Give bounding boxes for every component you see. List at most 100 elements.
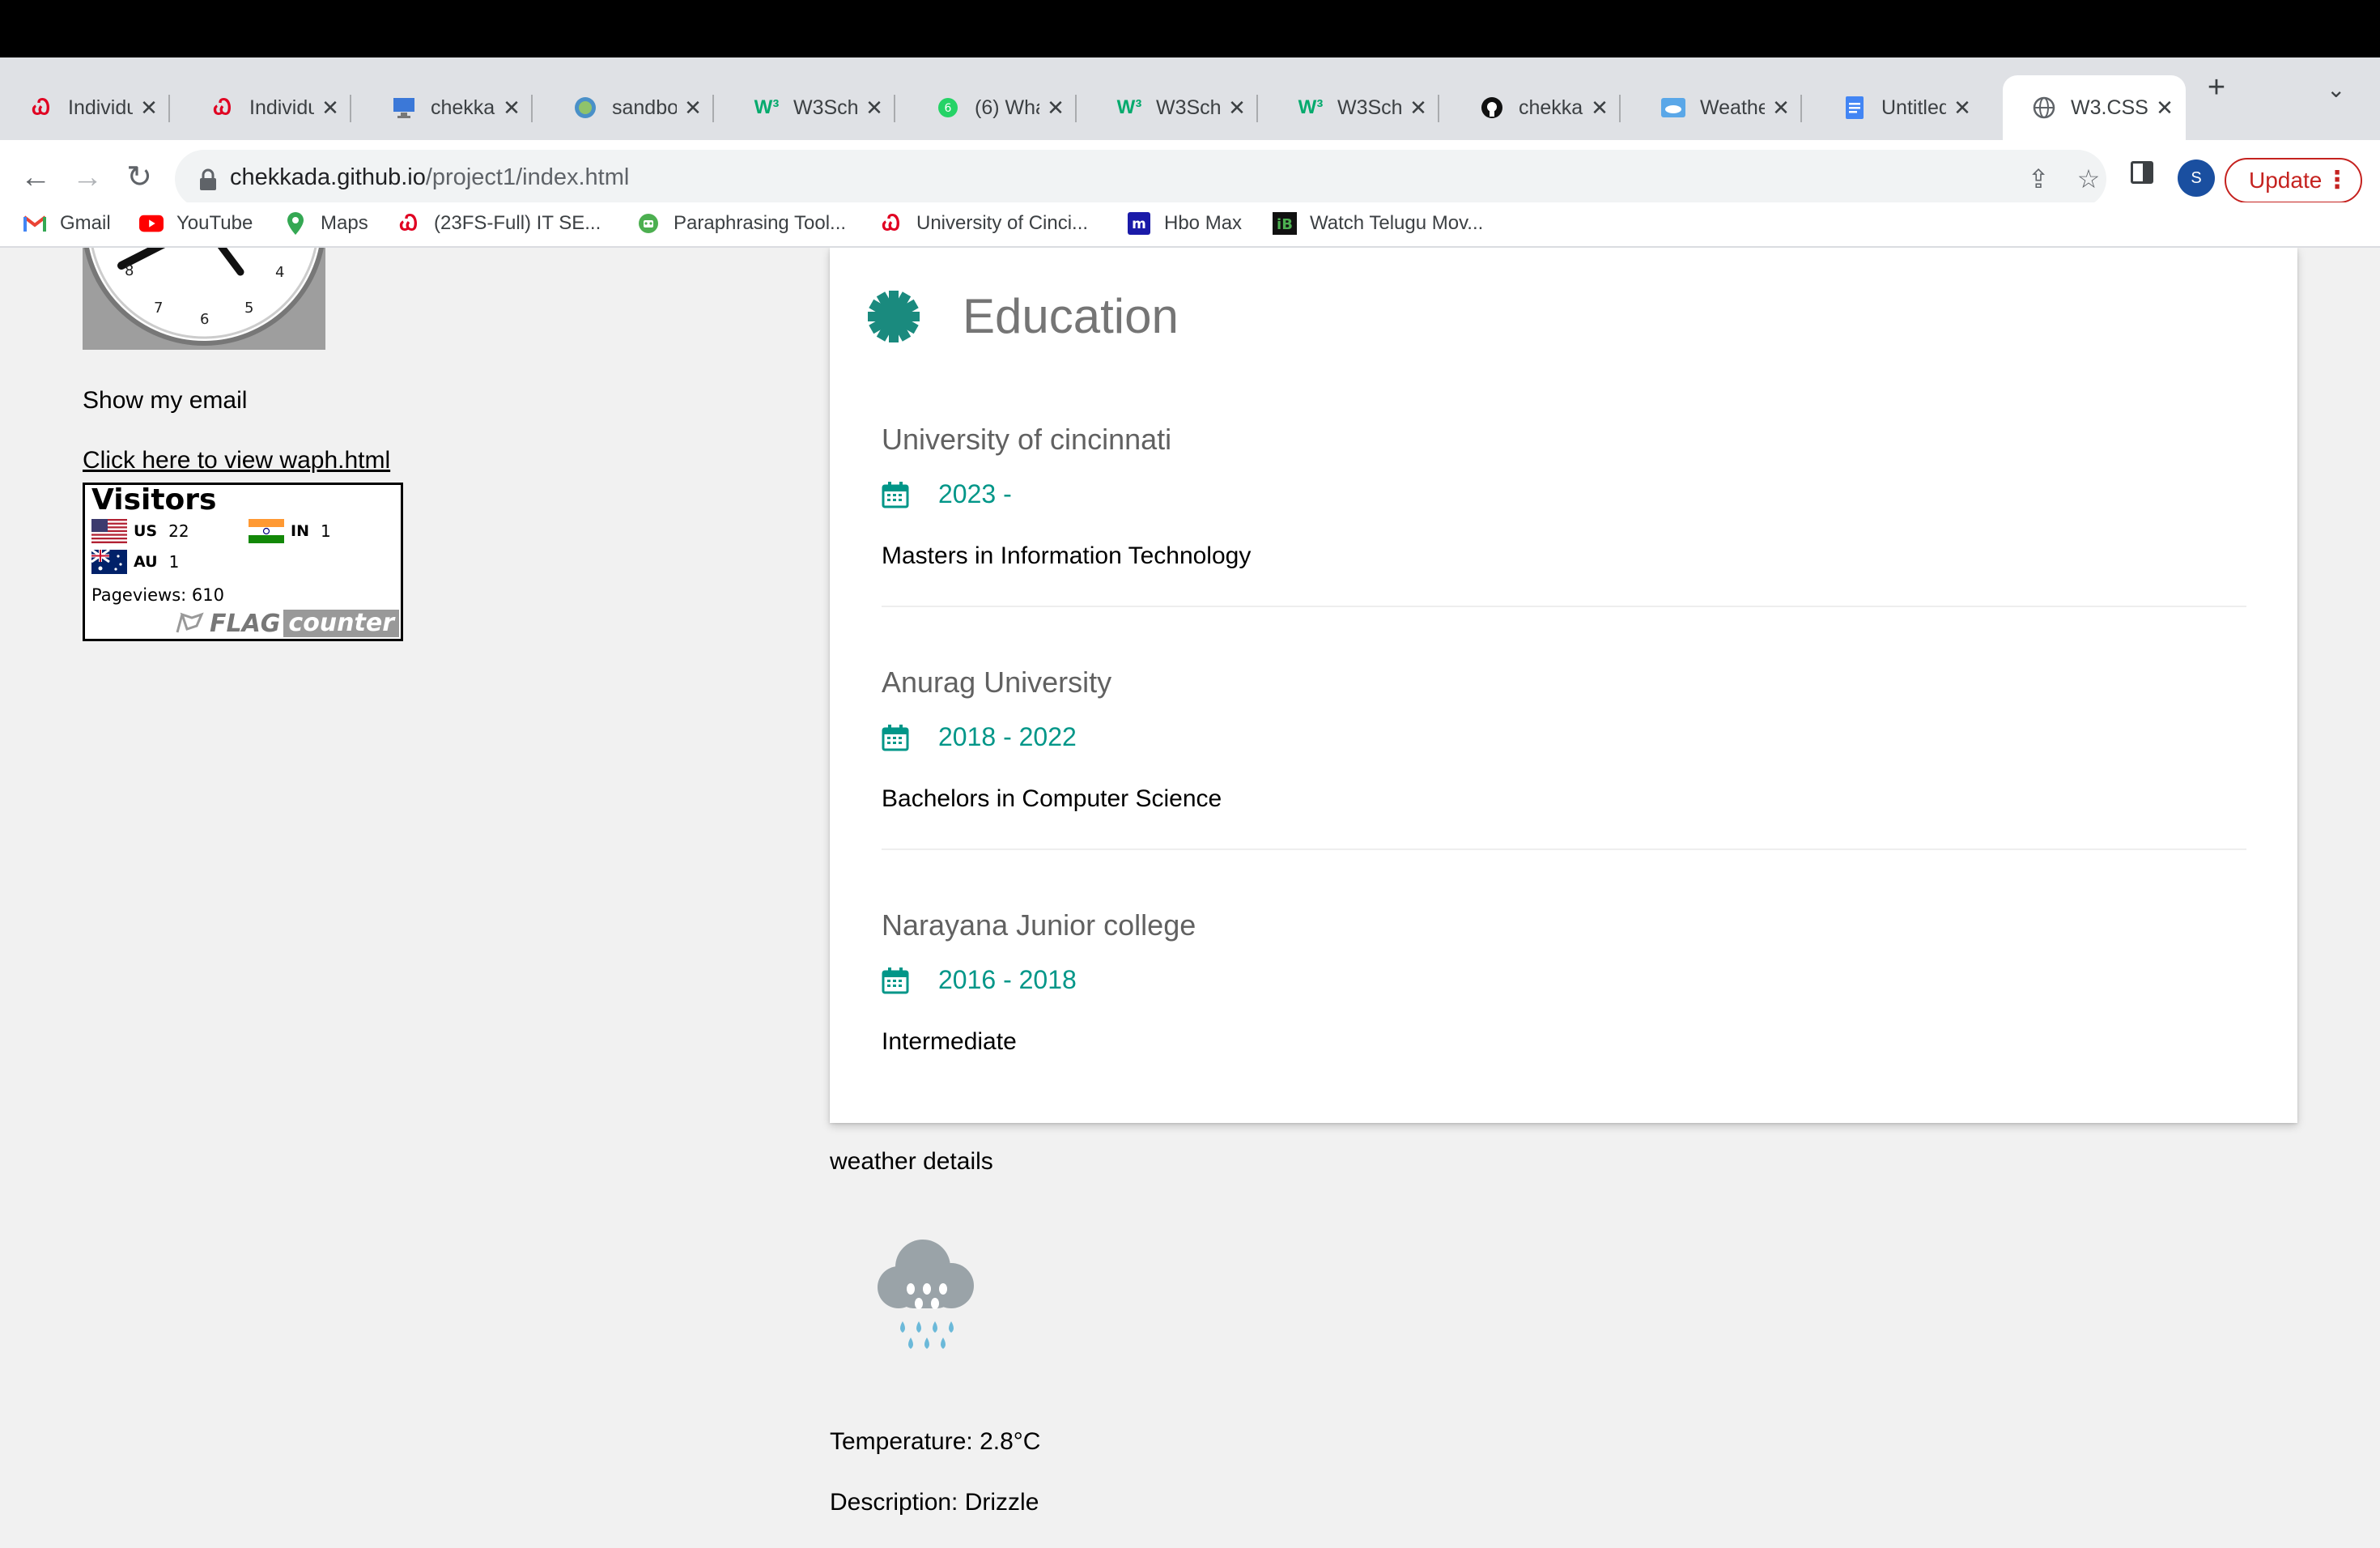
bookmark-label: Watch Telugu Mov...: [1310, 212, 1484, 234]
tab-w3schools-2[interactable]: W³ W3Schools ✕: [1088, 75, 1258, 140]
waph-link[interactable]: Click here to view waph.html: [83, 447, 390, 474]
url-host: chekkada.github.io: [230, 164, 426, 190]
bookmark-label: Paraphrasing Tool...: [674, 212, 847, 234]
bookmark-watch-telugu-movies[interactable]: iB Watch Telugu Mov...: [1273, 209, 1483, 238]
reload-button[interactable]: ↻: [121, 159, 157, 195]
tab-label: (6) What: [975, 96, 1039, 119]
bookmarks-bar: Gmail YouTube Maps Ꮗ (23FS-Full) IT SE..…: [0, 202, 2380, 248]
weather-title: weather details: [830, 1148, 993, 1175]
weather-icon: [1660, 94, 1687, 121]
tab-github-chekkada[interactable]: chekkada ✕: [1451, 75, 1621, 140]
tab-w3schools-3[interactable]: W³ W3Schools ✕: [1269, 75, 1439, 140]
close-icon[interactable]: ✕: [1409, 96, 1428, 121]
avatar[interactable]: S: [2178, 159, 2215, 197]
chevron-down-icon[interactable]: ⌄: [2327, 76, 2345, 103]
tab-sandbox[interactable]: sandbox ✕: [544, 75, 714, 140]
bookmark-label: (23FS-Full) IT SE...: [434, 212, 601, 234]
flag-counter-widget[interactable]: Visitors US 22 IN 1 AU 1 Pageviews: 610 …: [83, 483, 403, 641]
divider: [882, 848, 2246, 850]
tab-chekkada-1[interactable]: chekkada ✕: [363, 75, 533, 140]
close-icon[interactable]: ✕: [502, 96, 521, 121]
close-icon[interactable]: ✕: [1590, 96, 1609, 121]
tab-whatsapp[interactable]: 6 (6) What ✕: [907, 75, 1077, 140]
bookmark-label: YouTube: [176, 212, 253, 234]
visitor-row-au: AU 1: [91, 550, 179, 574]
rain-cloud-icon: [866, 1231, 996, 1364]
close-icon[interactable]: ✕: [865, 96, 884, 121]
clock-face-icon: 8 4 7 6 5: [84, 248, 324, 346]
close-icon[interactable]: ✕: [1771, 96, 1791, 121]
india-flag-icon: [249, 519, 284, 543]
close-icon[interactable]: ✕: [321, 96, 340, 121]
close-icon[interactable]: ✕: [2155, 96, 2174, 121]
side-panel-icon[interactable]: [2131, 161, 2153, 184]
tab-label: sandbox: [612, 96, 677, 119]
more-menu-icon: ⋮: [2325, 167, 2349, 194]
education-card: Education University of cincinnati 2023 …: [830, 248, 2297, 1123]
education-years: 2023 -: [882, 479, 1012, 509]
pageviews-label: Pageviews:: [91, 585, 187, 605]
bookmark-youtube[interactable]: YouTube: [139, 209, 253, 238]
calendar-icon: [882, 481, 909, 508]
ibomma-icon: iB: [1273, 211, 1297, 236]
close-icon[interactable]: ✕: [1953, 96, 1972, 121]
back-button[interactable]: ←: [18, 159, 53, 195]
bookmark-label: Maps: [321, 212, 368, 234]
star-icon[interactable]: ☆: [2074, 164, 2103, 194]
url-text: chekkada.github.io/project1/index.html: [230, 164, 629, 191]
share-icon[interactable]: ⇪: [2024, 164, 2053, 194]
clock-number: 8: [125, 262, 134, 279]
tab-untitled-doc[interactable]: Untitled ✕: [1813, 75, 1983, 140]
close-icon[interactable]: ✕: [683, 96, 703, 121]
tab-individual-1[interactable]: Ꮗ Individual ✕: [0, 75, 170, 140]
degree-text: Masters in Information Technology: [882, 542, 1252, 569]
tab-weather[interactable]: Weather ✕: [1632, 75, 1802, 140]
tab-label: W3.CSS: [2071, 96, 2148, 119]
bookmark-gmail[interactable]: Gmail: [23, 209, 111, 238]
docs-icon: [1841, 94, 1868, 121]
tab-label: Weather: [1700, 96, 1765, 119]
bookmark-23fs-it-se[interactable]: Ꮗ (23FS-Full) IT SE...: [397, 209, 601, 238]
new-tab-button[interactable]: +: [2200, 71, 2233, 104]
tab-individual-2[interactable]: Ꮗ Individual ✕: [181, 75, 351, 140]
bookmark-paraphrasing-tool[interactable]: Paraphrasing Tool...: [636, 209, 846, 238]
tab-label: chekkada: [1519, 96, 1583, 119]
w3schools-icon: W³: [1298, 96, 1324, 118]
bookmark-maps[interactable]: Maps: [283, 209, 368, 238]
tab-w3schools-1[interactable]: W³ W3Schools ✕: [725, 75, 895, 140]
tab-label: W3Schools: [793, 96, 858, 119]
address-bar[interactable]: chekkada.github.io/project1/index.html ⇪…: [175, 150, 2106, 208]
svg-text:6: 6: [945, 102, 952, 115]
education-header: Education: [867, 288, 1179, 344]
bookmark-hbo-max[interactable]: m Hbo Max: [1127, 209, 1242, 238]
close-icon[interactable]: ✕: [139, 96, 159, 121]
show-email-text[interactable]: Show my email: [83, 387, 247, 415]
analog-clock: 8 4 7 6 5: [83, 248, 325, 350]
flag-counter-brand: FLAG counter: [174, 610, 399, 638]
school-name: University of cincinnati: [882, 423, 1172, 456]
country-code: US: [134, 522, 158, 540]
years-text: 2023 -: [938, 479, 1012, 508]
visitors-title: Visitors: [91, 483, 217, 517]
gmail-icon: [23, 211, 47, 236]
bookmark-university-of-cincinnati[interactable]: Ꮗ University of Cinci...: [879, 209, 1088, 238]
weather-description: Description: Drizzle: [830, 1489, 1039, 1516]
forward-button[interactable]: →: [70, 159, 105, 195]
country-code: AU: [134, 553, 158, 571]
uc-logo-icon: Ꮗ: [400, 211, 418, 235]
tab-w3css-active[interactable]: W3.CSS ✕: [2003, 75, 2186, 140]
uc-logo-icon: Ꮗ: [32, 95, 50, 119]
close-icon[interactable]: ✕: [1046, 96, 1065, 121]
svg-text:m: m: [1132, 216, 1146, 232]
update-button[interactable]: Update ⋮: [2225, 158, 2362, 203]
youtube-icon: [139, 211, 164, 236]
clock-number: 6: [200, 311, 209, 328]
page-content: 8 4 7 6 5 Show my email Click here to vi…: [0, 248, 2380, 1548]
tab-label: chekkada: [431, 96, 495, 119]
visitor-row-in: IN 1: [249, 519, 331, 543]
close-icon[interactable]: ✕: [1227, 96, 1247, 121]
robot-icon: [636, 211, 661, 236]
school-name: Anurag University: [882, 666, 1112, 699]
pageviews-value: 610: [191, 585, 224, 605]
calendar-icon: [882, 724, 909, 751]
